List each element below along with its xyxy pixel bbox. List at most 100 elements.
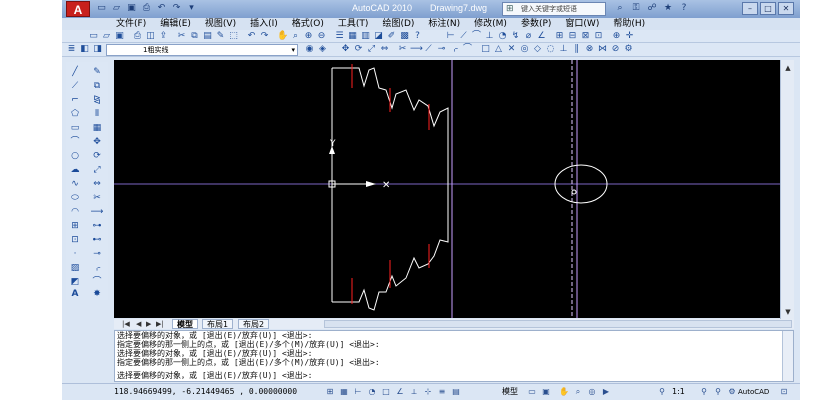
workspace-switch-icon[interactable]: ⚙ — [726, 386, 738, 398]
pan-icon[interactable]: ✋ — [277, 31, 288, 42]
center-mark-icon[interactable]: ✛ — [624, 31, 635, 42]
help-tool-icon[interactable]: ? — [412, 31, 423, 42]
snap-node-icon[interactable]: ⊗ — [584, 44, 595, 55]
region-icon[interactable]: ◩ — [68, 276, 82, 288]
line-icon[interactable]: ╱ — [68, 66, 82, 78]
copy-object-icon[interactable]: ⧉ — [90, 80, 104, 92]
menu-edit[interactable]: 编辑(E) — [153, 18, 198, 30]
tab-model[interactable]: 模型 — [172, 319, 198, 329]
join-icon[interactable]: ⊸ — [436, 44, 447, 55]
snap-endpoint-icon[interactable]: □ — [480, 44, 491, 55]
scroll-down-icon[interactable]: ▼ — [782, 306, 794, 318]
snap-parallel-icon[interactable]: ∥ — [571, 44, 582, 55]
menu-format[interactable]: 格式(O) — [285, 18, 331, 30]
snap-tangent-icon[interactable]: ◌ — [545, 44, 556, 55]
scroll-up-icon[interactable]: ▲ — [782, 62, 794, 74]
layer-manager-icon[interactable]: ≣ — [66, 44, 77, 55]
spline-icon[interactable]: ∿ — [68, 178, 82, 190]
redo-icon[interactable]: ↷ — [170, 2, 183, 15]
snap-midpoint-icon[interactable]: △ — [493, 44, 504, 55]
erase-icon[interactable]: ✎ — [90, 66, 104, 78]
favorites-icon[interactable]: ★ — [662, 2, 674, 15]
minimize-icon[interactable]: – — [742, 2, 758, 15]
help-icon[interactable]: ? — [678, 2, 690, 15]
dim-diameter-icon[interactable]: ⌀ — [523, 31, 534, 42]
block-editor-icon[interactable]: ⬚ — [228, 31, 239, 42]
properties-icon[interactable]: ☰ — [334, 31, 345, 42]
new-file-icon[interactable]: ▭ — [88, 31, 99, 42]
menu-modify[interactable]: 修改(M) — [467, 18, 514, 30]
fillet-object-icon[interactable]: ⌒ — [90, 276, 104, 288]
publish-icon[interactable]: ⇪ — [158, 31, 169, 42]
multiline-text-icon[interactable]: A — [68, 288, 82, 300]
snap-nearest-icon[interactable]: ⋈ — [597, 44, 608, 55]
scale-icon[interactable]: ⤢ — [366, 44, 377, 55]
chamfer-object-icon[interactable]: ⌌ — [90, 262, 104, 274]
menu-draw[interactable]: 绘图(D) — [375, 18, 421, 30]
cut-icon[interactable]: ✂ — [176, 31, 187, 42]
zoom-status-icon[interactable]: ⌕ — [572, 386, 584, 398]
snap-quadrant-icon[interactable]: ◇ — [532, 44, 543, 55]
layer-match-icon[interactable]: ◈ — [317, 44, 328, 55]
search-icon[interactable]: ⌕ — [614, 2, 626, 15]
polar-tracking-icon[interactable]: ◔ — [366, 386, 378, 398]
design-center-icon[interactable]: ▦ — [347, 31, 358, 42]
rotate-object-icon[interactable]: ⟳ — [90, 150, 104, 162]
auto-scale-icon[interactable]: ⚲ — [712, 386, 724, 398]
application-menu-button[interactable]: A — [66, 1, 90, 17]
snap-none-icon[interactable]: ⊘ — [610, 44, 621, 55]
mirror-icon[interactable]: ⧎ — [90, 94, 104, 106]
layer-dropdown[interactable]: 1粗实线 — [106, 44, 298, 56]
dim-aligned-icon[interactable]: ⟋ — [458, 31, 469, 42]
layer-previous-icon[interactable]: ◨ — [92, 44, 103, 55]
menu-file[interactable]: 文件(F) — [109, 18, 153, 30]
command-prompt-line[interactable]: 选择要偏移的对象，或 [退出(E)/放弃(U)] <退出>: — [117, 371, 312, 380]
quick-view-layouts-icon[interactable]: ▭ — [526, 386, 538, 398]
arc-icon[interactable]: ⌒ — [68, 136, 82, 148]
dim-continue-icon[interactable]: ⊠ — [580, 31, 591, 42]
dim-jogged-icon[interactable]: ↯ — [510, 31, 521, 42]
tab-last-icon[interactable]: ▶| — [156, 319, 164, 329]
quick-properties-icon[interactable]: ▤ — [450, 386, 462, 398]
ortho-mode-icon[interactable]: ⊢ — [352, 386, 364, 398]
ellipse-arc-icon[interactable]: ◠ — [68, 206, 82, 218]
calculator-icon[interactable]: ▩ — [399, 31, 410, 42]
circle-icon[interactable]: ○ — [68, 150, 82, 162]
join-object-icon[interactable]: ⊸ — [90, 248, 104, 260]
tab-layout2[interactable]: 布局2 — [238, 319, 270, 329]
hatch-icon[interactable]: ▨ — [68, 262, 82, 274]
dim-angular-icon[interactable]: ∠ — [536, 31, 547, 42]
quick-view-drawings-icon[interactable]: ▣ — [540, 386, 552, 398]
horizontal-scrollbar[interactable] — [324, 320, 792, 328]
menu-insert[interactable]: 插入(I) — [243, 18, 285, 30]
dynamic-ucs-icon[interactable]: ⟂ — [408, 386, 420, 398]
menu-window[interactable]: 窗口(W) — [558, 18, 606, 30]
undo-tool-icon[interactable]: ↶ — [246, 31, 257, 42]
quick-dim-icon[interactable]: ⊞ — [554, 31, 565, 42]
point-icon[interactable]: · — [68, 248, 82, 260]
rectangle-icon[interactable]: ▭ — [68, 122, 82, 134]
new-icon[interactable]: ▭ — [95, 2, 108, 15]
snap-intersection-icon[interactable]: ✕ — [506, 44, 517, 55]
chamfer-icon[interactable]: ⌌ — [449, 44, 460, 55]
trim-object-icon[interactable]: ✂ — [90, 192, 104, 204]
plot-icon[interactable]: ⎙ — [132, 31, 143, 42]
construction-line-icon[interactable]: ⟋ — [68, 80, 82, 92]
zoom-previous-icon[interactable]: ⊖ — [316, 31, 327, 42]
make-current-icon[interactable]: ◉ — [304, 44, 315, 55]
osnap-settings-icon[interactable]: ⚙ — [623, 44, 634, 55]
showmotion-icon[interactable]: ▶ — [600, 386, 612, 398]
close-icon[interactable]: ✕ — [778, 2, 794, 15]
zoom-window-icon[interactable]: ⊕ — [303, 31, 314, 42]
tolerance-icon[interactable]: ⊕ — [611, 31, 622, 42]
layer-state-icon[interactable]: ◧ — [79, 44, 90, 55]
dim-arc-icon[interactable]: ⌒ — [471, 31, 482, 42]
annotation-visibility-icon[interactable]: ⚲ — [698, 386, 710, 398]
extend-icon[interactable]: ⟶ — [410, 44, 423, 55]
dim-radius-icon[interactable]: ◔ — [497, 31, 508, 42]
open-file-icon[interactable]: ▱ — [101, 31, 112, 42]
vertical-scrollbar[interactable]: ▲ ▼ — [780, 60, 794, 320]
dim-baseline-icon[interactable]: ⊟ — [567, 31, 578, 42]
snap-perpendicular-icon[interactable]: ⊥ — [558, 44, 569, 55]
command-window[interactable]: 选择要偏移的对象，或 [退出(E)/放弃(U)] <退出>: 指定要偏移的那一侧… — [114, 330, 794, 382]
